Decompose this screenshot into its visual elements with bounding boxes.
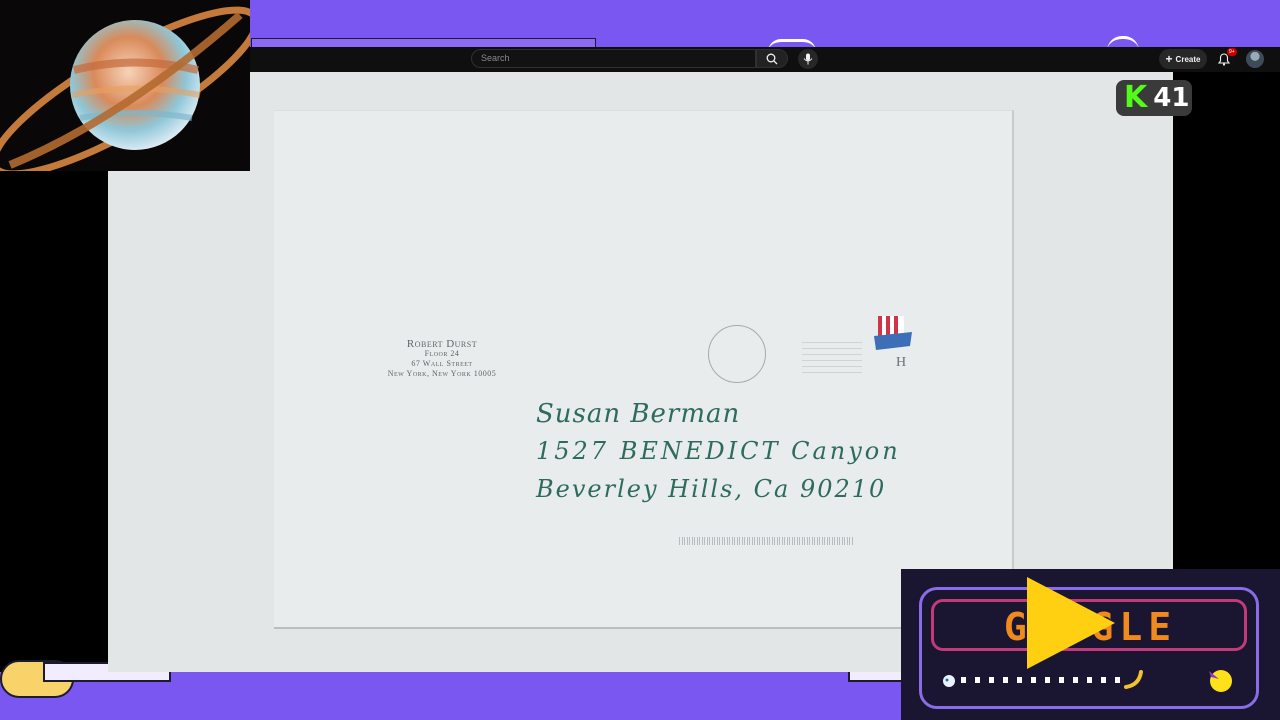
recipient-name: Susan Berman [536,399,741,429]
kick-viewer-badge: K 41 [1116,80,1192,116]
return-address: Robert Durst Floor 24 67 Wall Street New… [382,339,502,379]
google-doodle-overlay: GO GLE [901,569,1280,720]
postmark-circle [708,325,766,383]
pellet-dots [961,677,1121,683]
ghost-icon [943,675,955,687]
search-input[interactable]: Search [471,49,756,68]
return-street: 67 Wall Street [411,359,473,368]
plus-icon: + [1165,52,1173,66]
recipient-city: Beverley Hills, Ca 90210 [536,475,887,503]
saturn-planet-icon [0,6,250,171]
stamp-icon: H [874,316,912,370]
left-black-strip [0,171,108,674]
banana-icon [1124,670,1143,689]
top-header-bar: Search + Create 9+ [250,47,1280,72]
envelope-image: Robert Durst Floor 24 67 Wall Street New… [274,110,1014,629]
return-city: New York, New York 10005 [387,369,497,378]
return-name: Robert Durst [406,338,478,350]
microphone-icon [803,53,813,65]
create-button-label: Create [1175,54,1201,64]
recipient-handwriting: Susan Berman 1527 BENEDICT Canyon Beverl… [536,396,901,508]
voice-search-button[interactable] [798,49,818,69]
return-floor: Floor 24 [424,349,460,358]
search-button[interactable] [756,49,788,68]
pacman-icon [1209,670,1232,692]
postal-barcode [679,537,854,545]
svg-text:H: H [896,355,906,370]
search-icon [766,53,778,64]
viewer-count: 41 [1153,83,1190,113]
play-triangle-icon [1027,577,1115,669]
recipient-street: 1527 BENEDICT Canyon [536,437,901,465]
create-button[interactable]: + Create [1159,49,1207,69]
saturn-overlay-image [0,0,250,171]
account-avatar[interactable] [1246,50,1264,68]
postmark-cancel-lines [802,339,862,373]
notification-count-badge: 9+ [1227,48,1237,56]
right-black-strip [1173,72,1280,570]
kick-logo-icon: K [1124,80,1148,115]
